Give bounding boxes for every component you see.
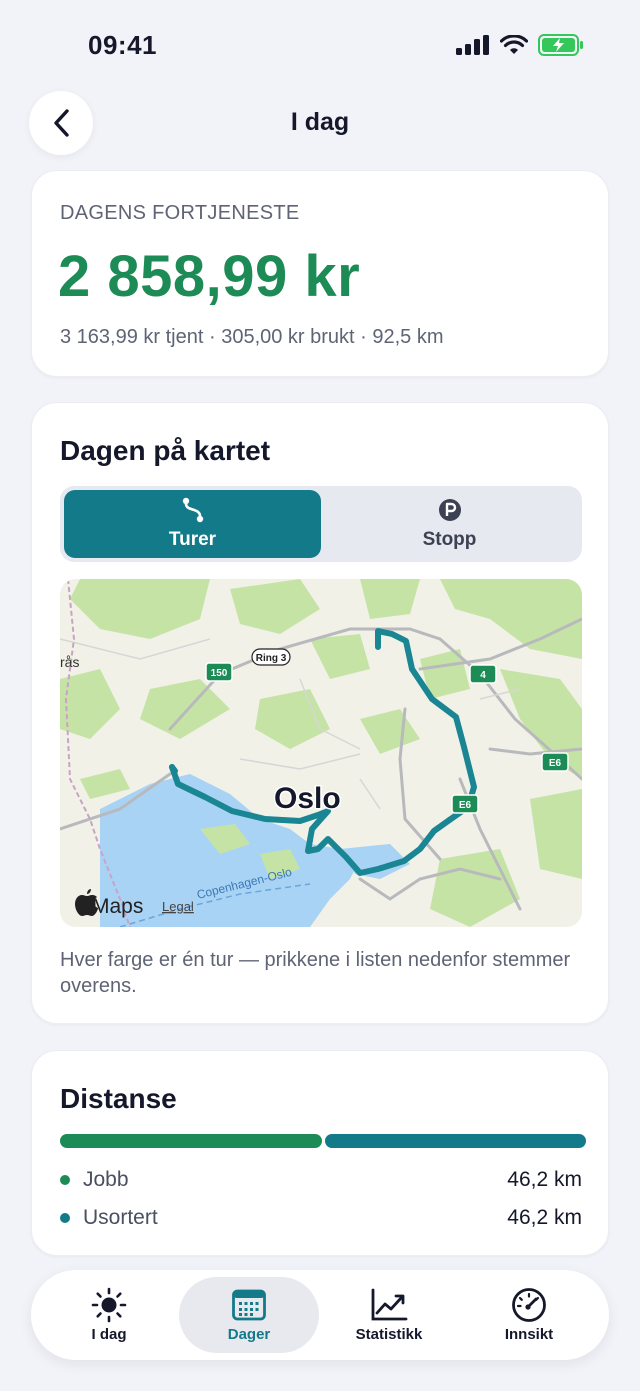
tab-statistikk[interactable]: Statistikk bbox=[319, 1277, 459, 1353]
map-mode-segmented-control: Turer Stopp bbox=[60, 486, 582, 562]
earnings-label: DAGENS FORTJENESTE bbox=[60, 202, 300, 224]
segment-turer-label: Turer bbox=[168, 529, 217, 550]
battery-charging-icon bbox=[538, 34, 583, 56]
road-badge-e6-east: E6 bbox=[541, 752, 569, 772]
tab-bar: I dag Dager Statistikk Innsikt bbox=[31, 1270, 609, 1360]
distance-dot-jobb bbox=[60, 1175, 70, 1185]
map-canvas: 150 Ring 3 4 E6 E6 rås Oslo Copenhagen-O… bbox=[60, 579, 582, 927]
segment-stopp-label: Stopp bbox=[422, 529, 477, 550]
distance-dot-usortert bbox=[60, 1213, 70, 1223]
trip-map[interactable]: 150 Ring 3 4 E6 E6 rås Oslo Copenhagen-O… bbox=[60, 579, 582, 927]
distance-value-jobb: 46,2 km bbox=[507, 1168, 582, 1191]
parking-icon bbox=[438, 499, 461, 521]
svg-text:4: 4 bbox=[480, 670, 486, 681]
status-bar: 09:41 bbox=[0, 0, 640, 90]
route-icon bbox=[182, 497, 203, 523]
map-card: Dagen på kartet Turer Stopp 150 Ring 3 4… bbox=[31, 402, 609, 1024]
calendar-icon bbox=[232, 1289, 266, 1320]
distance-label-usortert: Usortert bbox=[83, 1206, 158, 1229]
tab-innsikt[interactable]: Innsikt bbox=[459, 1277, 599, 1353]
svg-text:E6: E6 bbox=[549, 758, 562, 769]
status-time: 09:41 bbox=[88, 30, 157, 60]
svg-text:E6: E6 bbox=[459, 800, 472, 811]
distance-label-jobb: Jobb bbox=[83, 1168, 129, 1191]
tab-i-dag[interactable]: I dag bbox=[39, 1277, 179, 1353]
status-icons bbox=[456, 34, 584, 56]
tab-statistikk-label: Statistikk bbox=[355, 1325, 423, 1343]
svg-text:150: 150 bbox=[211, 668, 228, 679]
page-title: I dag bbox=[290, 108, 350, 136]
wifi-icon bbox=[500, 35, 528, 54]
segment-turer[interactable]: Turer bbox=[64, 490, 321, 558]
cellular-signal-icon bbox=[456, 35, 489, 55]
road-badge-4: 4 bbox=[469, 664, 497, 684]
tab-innsikt-label: Innsikt bbox=[504, 1325, 554, 1343]
road-badge-e6: E6 bbox=[451, 794, 479, 814]
earnings-summary: 3 163,99 kr tjent · 305,00 kr brukt · 92… bbox=[60, 326, 444, 348]
map-section-title: Dagen på kartet bbox=[60, 435, 271, 466]
distance-row-jobb: Jobb 46,2 km bbox=[60, 1165, 582, 1195]
map-legal-link: Legal bbox=[162, 899, 194, 914]
distance-row-usortert: Usortert 46,2 km bbox=[60, 1203, 582, 1233]
chart-icon bbox=[371, 1288, 408, 1320]
svg-text:Maps: Maps bbox=[92, 895, 143, 918]
earnings-card: DAGENS FORTJENESTE 2 858,99 kr 3 163,99 … bbox=[31, 170, 609, 377]
distance-bar bbox=[60, 1134, 586, 1148]
svg-text:Ring 3: Ring 3 bbox=[256, 653, 287, 664]
distance-value-usortert: 46,2 km bbox=[507, 1206, 582, 1229]
distance-title: Distanse bbox=[60, 1083, 177, 1114]
earnings-amount: 2 858,99 kr bbox=[58, 244, 361, 309]
road-badge-ring3: Ring 3 bbox=[251, 648, 291, 666]
map-caption: Hver farge er én tur — prikkene i listen… bbox=[60, 949, 571, 997]
sun-icon bbox=[91, 1287, 127, 1322]
distance-card: Distanse Jobb 46,2 km Usortert 46,2 km bbox=[31, 1050, 609, 1256]
map-edge-label: rås bbox=[60, 654, 79, 670]
road-badge-150: 150 bbox=[205, 662, 233, 682]
tab-dager[interactable]: Dager bbox=[179, 1277, 319, 1353]
tab-dager-label: Dager bbox=[227, 1325, 271, 1343]
distance-bar-jobb bbox=[60, 1134, 322, 1148]
tab-i-dag-label: I dag bbox=[91, 1325, 127, 1343]
gauge-icon bbox=[512, 1287, 546, 1322]
distance-bar-usortert bbox=[324, 1134, 586, 1148]
map-city-label: Oslo bbox=[274, 782, 341, 815]
segment-stopp[interactable]: Stopp bbox=[321, 490, 578, 558]
